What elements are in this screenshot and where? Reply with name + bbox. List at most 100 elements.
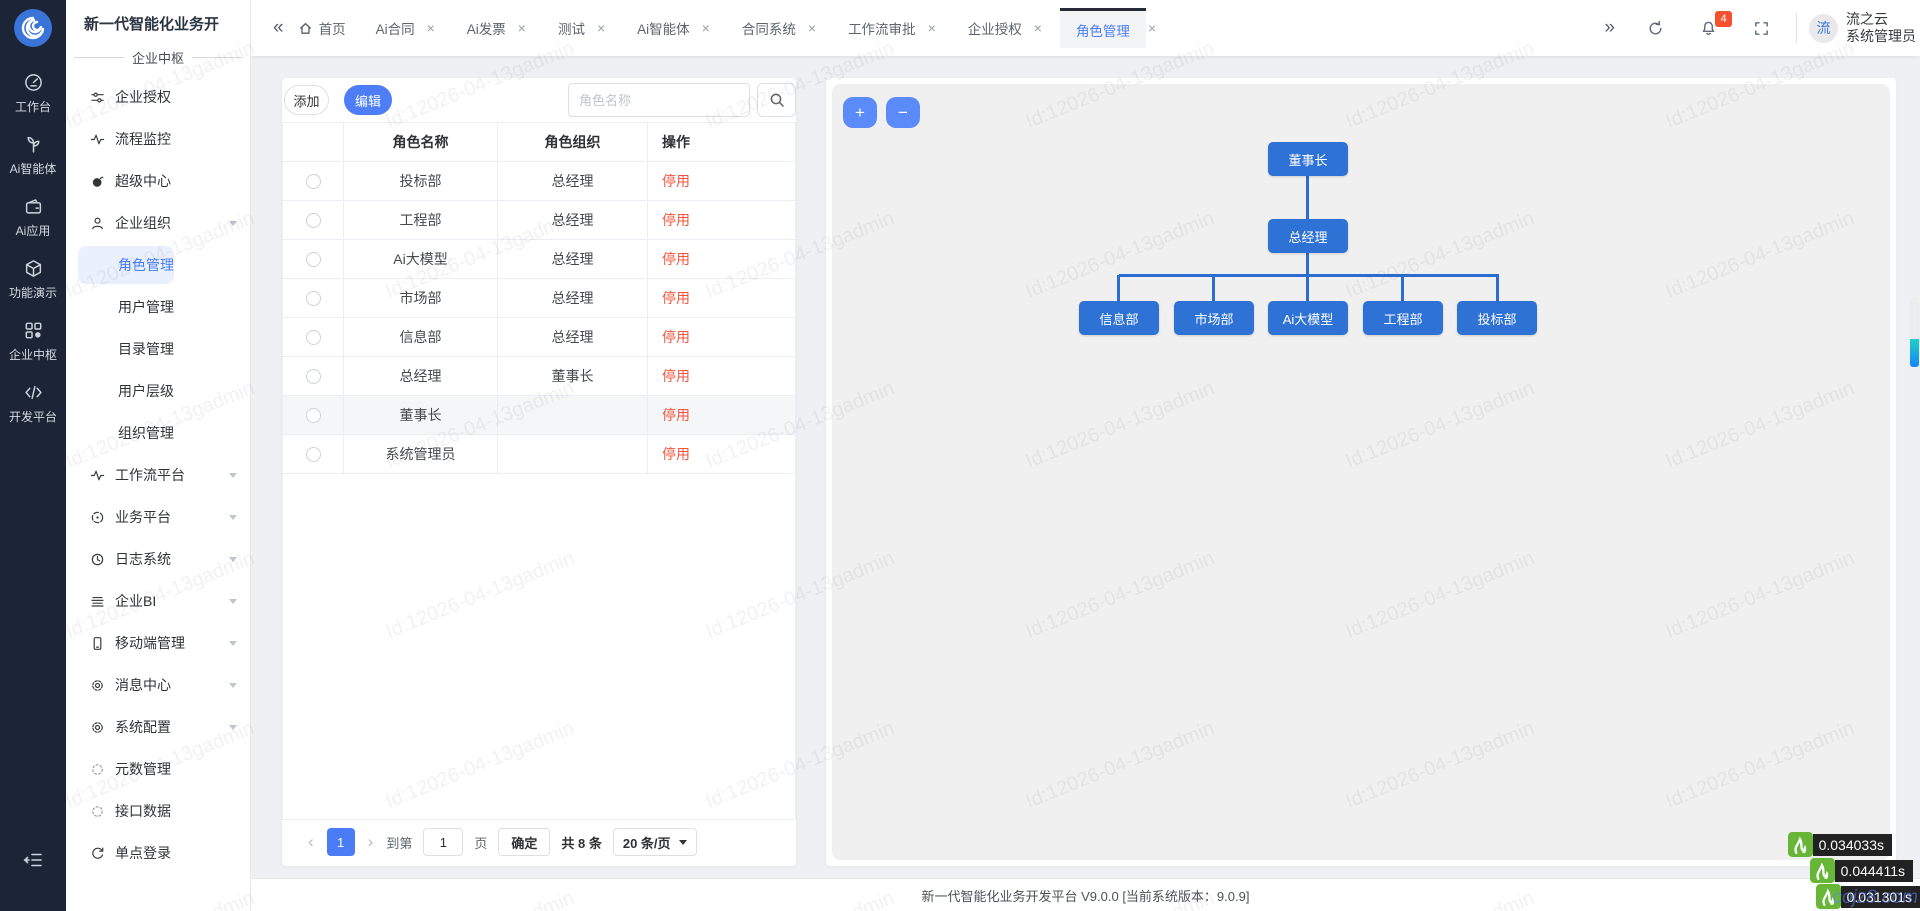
tabs-scroll-right-icon[interactable]: » (1582, 17, 1629, 39)
tab-close-icon[interactable]: × (806, 20, 828, 36)
tab-test[interactable]: 测试× (544, 18, 617, 38)
rail-item-dev-platform[interactable]: 开发平台 (0, 383, 66, 428)
tab-close-icon[interactable]: × (926, 20, 948, 36)
collapse-sidebar-icon[interactable] (0, 849, 66, 871)
tab-enterprise-auth[interactable]: 企业授权× (954, 18, 1054, 38)
menu-item-org-management[interactable]: 组织管理 (66, 412, 250, 454)
notification-bell-icon[interactable]: 4 (1682, 20, 1735, 37)
table-row[interactable]: Ai大模型 总经理 停用 (283, 240, 795, 279)
confirm-button[interactable]: 确定 (498, 828, 550, 856)
org-node-ai-model[interactable]: Ai大模型 (1268, 301, 1348, 335)
org-chart-canvas[interactable]: + − 董事长 总经理 信息部 市场部 Ai大模型 工程部 投标部 (832, 84, 1890, 860)
disable-action-link[interactable]: 停用 (662, 405, 690, 425)
rail-item-enterprise-hub[interactable]: 企业中枢 (0, 321, 66, 366)
menu-item-sso[interactable]: 单点登录 (66, 832, 250, 874)
page-number-button[interactable]: 1 (327, 828, 355, 856)
disable-action-link[interactable]: 停用 (662, 288, 690, 308)
menu-item-catalog-management[interactable]: 目录管理 (66, 328, 250, 370)
zoom-out-button[interactable]: − (886, 97, 920, 128)
cell-role-name: 系统管理员 (344, 435, 498, 474)
tab-workflow-approval[interactable]: 工作流审批× (834, 18, 948, 38)
menu-item-log-system[interactable]: 日志系统 (66, 538, 250, 580)
tab-ai-agent[interactable]: Ai智能体× (623, 18, 722, 38)
menu-item-message-center[interactable]: 消息中心 (66, 664, 250, 706)
rail-item-ai-agent[interactable]: Ai智能体 (0, 135, 66, 180)
menu-item-super-center[interactable]: 超级中心 (66, 160, 250, 202)
tab-role-management-active[interactable]: 角色管理 × (1060, 8, 1168, 48)
menu-item-mobile-management[interactable]: 移动端管理 (66, 622, 250, 664)
table-row[interactable]: 总经理 董事长 停用 (283, 357, 795, 396)
zoom-in-button[interactable]: + (843, 97, 877, 128)
role-name-search-input[interactable] (568, 83, 750, 117)
menu-item-enterprise-bi[interactable]: 企业BI (66, 580, 250, 622)
table-row[interactable]: 工程部 总经理 停用 (283, 201, 795, 240)
chevron-down-icon (229, 683, 237, 688)
jump-page-input[interactable] (423, 828, 463, 856)
org-node-bidding-dept[interactable]: 投标部 (1457, 301, 1537, 335)
radio-button[interactable] (306, 213, 321, 228)
refresh-icon[interactable] (1629, 20, 1682, 37)
radio-button[interactable] (306, 174, 321, 189)
disable-action-link[interactable]: 停用 (662, 327, 690, 347)
disable-action-link[interactable]: 停用 (662, 171, 690, 191)
tab-ai-invoice[interactable]: Ai发票× (453, 18, 538, 38)
menu-item-user-management[interactable]: 用户管理 (66, 286, 250, 328)
prev-page-icon[interactable]: ‹ (306, 832, 316, 852)
scrollbar[interactable] (1910, 297, 1919, 367)
tab-close-icon[interactable]: × (1032, 20, 1054, 36)
disable-action-link[interactable]: 停用 (662, 366, 690, 386)
menu-item-meta-management[interactable]: 元数管理 (66, 748, 250, 790)
tab-close-icon[interactable]: × (595, 20, 617, 36)
rail-item-demo[interactable]: 功能演示 (0, 259, 66, 304)
tabs-scroll-left-icon[interactable]: « (251, 17, 298, 39)
org-node-general-manager[interactable]: 总经理 (1268, 219, 1348, 253)
edit-button[interactable]: 编辑 (344, 85, 392, 115)
table-row[interactable]: 投标部 总经理 停用 (283, 162, 795, 201)
disable-action-link[interactable]: 停用 (662, 249, 690, 269)
search-button[interactable] (757, 83, 796, 117)
page-size-select[interactable]: 20 条/页 (613, 828, 697, 856)
menu-item-role-management[interactable]: 角色管理 (78, 246, 174, 284)
disable-action-link[interactable]: 停用 (662, 210, 690, 230)
table-row[interactable]: 董事长 停用 (283, 396, 795, 435)
menu-item-system-config[interactable]: 系统配置 (66, 706, 250, 748)
radio-button[interactable] (306, 408, 321, 423)
org-node-marketing-dept[interactable]: 市场部 (1174, 301, 1254, 335)
menu-item-workflow-platform[interactable]: 工作流平台 (66, 454, 250, 496)
menu-item-enterprise-org[interactable]: 企业组织 (66, 202, 250, 244)
org-node-engineering-dept[interactable]: 工程部 (1363, 301, 1443, 335)
next-page-icon[interactable]: › (366, 832, 376, 852)
org-node-chairman[interactable]: 董事长 (1268, 142, 1348, 176)
radio-button[interactable] (306, 252, 321, 267)
menu-item-user-level[interactable]: 用户层级 (66, 370, 250, 412)
org-node-information-dept[interactable]: 信息部 (1079, 301, 1159, 335)
tab-close-icon[interactable]: × (516, 20, 538, 36)
table-row[interactable]: 系统管理员 停用 (283, 435, 795, 474)
tab-home[interactable]: 首页 (298, 18, 356, 38)
tab-ai-contract[interactable]: Ai合同× (362, 18, 447, 38)
app-logo[interactable] (0, 0, 66, 56)
user-info[interactable]: 流之云 系统管理员 (1846, 11, 1916, 46)
tab-close-icon[interactable]: × (425, 20, 447, 36)
rail-item-ai-app[interactable]: Ai应用 (0, 197, 66, 242)
radio-button[interactable] (306, 291, 321, 306)
menu-item-enterprise-auth[interactable]: 企业授权 (66, 76, 250, 118)
add-button[interactable]: 添加 (284, 85, 329, 115)
search-icon (769, 92, 785, 108)
tab-close-icon[interactable]: × (1146, 20, 1168, 36)
scrollbar-thumb[interactable] (1910, 339, 1919, 367)
menu-item-business-platform[interactable]: 业务平台 (66, 496, 250, 538)
tab-close-icon[interactable]: × (700, 20, 722, 36)
menu-item-process-monitor[interactable]: 流程监控 (66, 118, 250, 160)
table-row[interactable]: 信息部 总经理 停用 (283, 318, 795, 357)
radio-button[interactable] (306, 330, 321, 345)
radio-button[interactable] (306, 369, 321, 384)
table-row[interactable]: 市场部 总经理 停用 (283, 279, 795, 318)
fullscreen-icon[interactable] (1735, 20, 1788, 37)
menu-item-api-data[interactable]: 接口数据 (66, 790, 250, 832)
tab-contract-system[interactable]: 合同系统× (728, 18, 828, 38)
rail-item-workbench[interactable]: 工作台 (0, 73, 66, 118)
user-avatar[interactable]: 流 (1809, 14, 1838, 43)
radio-button[interactable] (306, 447, 321, 462)
disable-action-link[interactable]: 停用 (662, 444, 690, 464)
